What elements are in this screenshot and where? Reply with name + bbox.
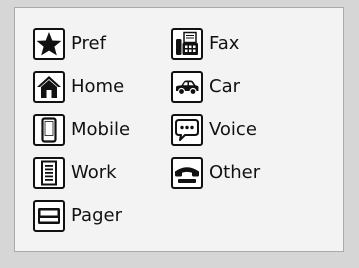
legend-item-pager: Pager [33,198,122,234]
pager-icon [33,200,65,232]
legend-label-fax: Fax [209,33,240,54]
legend-item-home: Home [33,69,124,105]
home-icon [33,71,65,103]
legend-item-other: Other [171,155,260,191]
legend-label-work: Work [71,162,117,183]
legend-item-work: Work [33,155,117,191]
mobile-phone-icon [33,114,65,146]
legend-label-pref: Pref [71,33,106,54]
legend-item-mobile: Mobile [33,112,130,148]
legend-label-pager: Pager [71,205,122,226]
fax-icon [171,28,203,60]
legend-label-other: Other [209,162,261,183]
star-icon [33,28,65,60]
legend-item-pref: Pref [33,26,106,62]
building-icon [33,157,65,189]
legend-label-mobile: Mobile [71,119,131,140]
car-icon [171,71,203,103]
phone-type-legend: Pref Home Mobile Work Pager Fax Car Voic… [14,7,344,252]
legend-label-home: Home [71,76,125,97]
legend-label-car: Car [209,76,240,97]
speech-bubble-icon [171,114,203,146]
legend-item-fax: Fax [171,26,239,62]
legend-item-voice: Voice [171,112,257,148]
legend-label-voice: Voice [209,119,257,140]
telephone-handset-icon [171,157,203,189]
legend-item-car: Car [171,69,240,105]
